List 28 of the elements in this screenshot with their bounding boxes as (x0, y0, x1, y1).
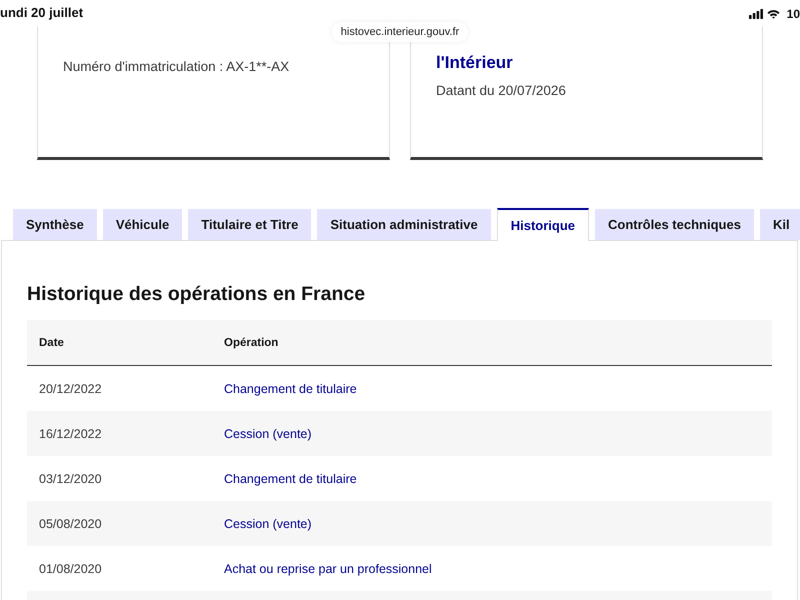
date-cell: 01/08/2020 (39, 562, 102, 576)
signal-icon (748, 9, 763, 19)
tab[interactable]: Synthèse (13, 209, 97, 240)
column-header: Date (39, 336, 64, 348)
tab[interactable]: Historique (496, 208, 590, 241)
date-cell: 16/12/2022 (39, 426, 102, 440)
card-text: Numéro d'immatriculation : AX-1**-AX (63, 58, 290, 76)
operation-link[interactable]: Changement de titulaire (224, 472, 357, 486)
status-date: undi 20 juillet (0, 5, 84, 21)
tab[interactable]: Titulaire et Titre (188, 209, 312, 240)
date-cell: 03/12/2020 (39, 472, 102, 486)
tab[interactable]: Kil (760, 209, 800, 240)
operation-link[interactable]: Achat ou reprise par un professionnel (224, 562, 432, 576)
date-cell: 20/12/2022 (39, 382, 102, 396)
battery-percent: 10 (786, 7, 800, 21)
wifi-icon (766, 9, 780, 19)
operation-link[interactable]: Changement de titulaire (224, 382, 357, 396)
column-header: Opération (224, 336, 278, 348)
date-cell: 05/08/2020 (39, 516, 102, 530)
operation-link[interactable]: Cession (vente) (224, 516, 312, 530)
operation-link[interactable]: Cession (vente) (224, 426, 312, 440)
tab[interactable]: Véhicule (102, 209, 182, 240)
card-title: l'Intérieur (436, 52, 513, 74)
tab[interactable]: Situation administrative (317, 209, 491, 240)
address-bar[interactable]: histovec.interieur.gouv.fr (332, 22, 468, 42)
card-text: Datant du 20/07/2026 (436, 82, 566, 100)
section-heading: Historique des opérations en France (27, 282, 366, 307)
tab[interactable]: Contrôles techniques (595, 209, 754, 240)
